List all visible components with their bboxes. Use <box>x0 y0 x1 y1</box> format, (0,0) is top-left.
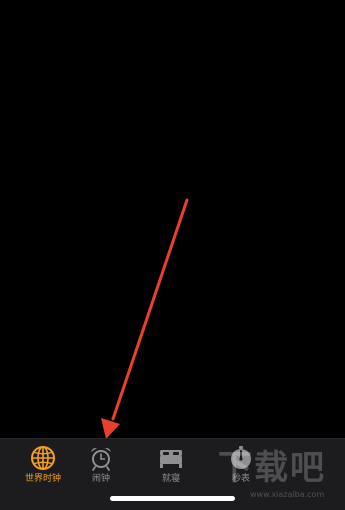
tab-world-clock-label: 世界时钟 <box>24 474 61 484</box>
tab-stopwatch-label: 秒表 <box>231 474 250 484</box>
tab-bedtime-label: 就寝 <box>161 474 180 484</box>
clock-app-screen: 世界时钟 闹钟 就寝 秒表 下载吧 www.xiazaiba.com <box>0 0 345 510</box>
content-area <box>0 0 345 438</box>
home-indicator[interactable] <box>110 496 235 501</box>
tab-alarm-label: 闹钟 <box>91 474 110 484</box>
bed-icon <box>160 450 182 468</box>
globe-icon <box>31 446 55 470</box>
alarm-clock-icon <box>91 447 111 471</box>
tab-stopwatch[interactable]: 秒表 <box>198 439 284 489</box>
stopwatch-icon <box>231 446 251 469</box>
